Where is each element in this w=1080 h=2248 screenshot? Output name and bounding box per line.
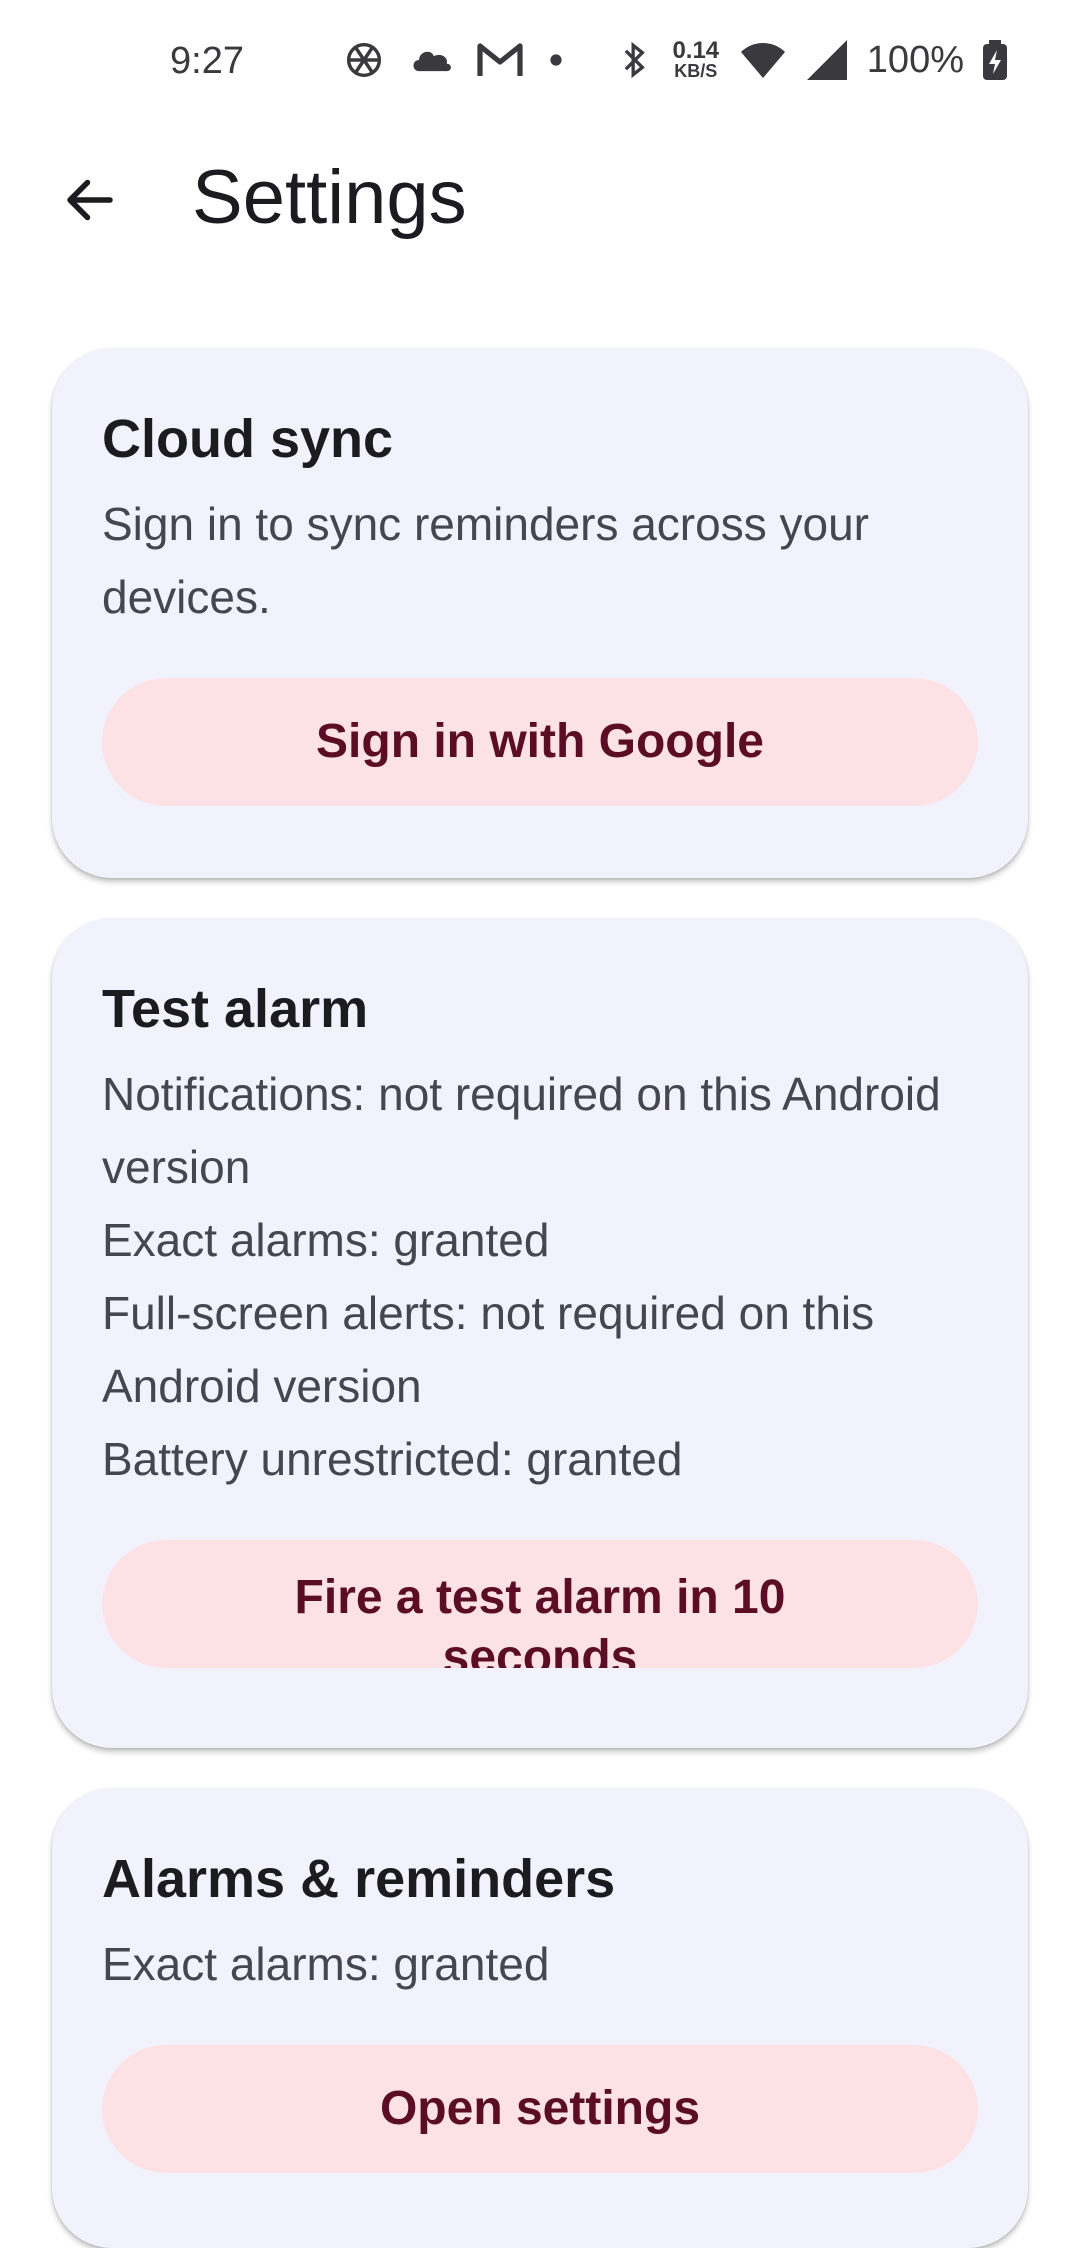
test-alarm-card: Test alarm Notifications: not required o… [52, 918, 1028, 1748]
net-speed-unit: KB/S [674, 61, 718, 81]
dot-icon [544, 36, 568, 84]
cloud-icon [408, 36, 456, 84]
open-settings-label: Open settings [379, 2082, 701, 2135]
test-alarm-title: Test alarm [102, 979, 369, 1039]
fire-test-alarm-label: Fire a test alarm in 10 seconds [294, 1571, 786, 1668]
alarms-reminders-title: Alarms & reminders [102, 1849, 616, 1909]
page-title: Settings [192, 155, 467, 240]
status-bar: 9:27 0.14 KB/S 100% [0, 0, 1080, 124]
status-time: 9:27 [170, 40, 244, 82]
exact-alarms-status: Exact alarms: granted [102, 1214, 550, 1266]
battery-percent: 100% [866, 38, 964, 81]
cloud-sync-title: Cloud sync [102, 409, 394, 469]
notifications-status: Notifications: not required on this Andr… [102, 1068, 941, 1193]
notification-icons [340, 36, 568, 84]
open-settings-button[interactable]: Open settings [102, 2045, 978, 2173]
signal-icon [803, 36, 851, 84]
alarms-reminders-description: Exact alarms: granted [102, 1938, 550, 1990]
battery-status: Battery unrestricted: granted [102, 1433, 683, 1485]
net-speed: 0.14 KB/S [669, 37, 723, 81]
wifi-icon [739, 36, 787, 84]
net-speed-value: 0.14 [672, 37, 720, 64]
sign-in-google-button[interactable]: Sign in with Google [102, 678, 978, 806]
back-button[interactable] [50, 160, 130, 240]
fire-test-alarm-button[interactable]: Fire a test alarm in 10 seconds [102, 1540, 978, 1668]
sign-in-google-label: Sign in with Google [316, 715, 764, 768]
system-icons: 0.14 KB/S 100% [617, 36, 1010, 84]
gmail-icon [476, 36, 524, 84]
battery-charging-icon [980, 36, 1010, 84]
chatgpt-icon [340, 36, 388, 84]
permission-status-list: Notifications: not required on this Andr… [102, 1058, 942, 1496]
cloud-sync-description: Sign in to sync reminders across your de… [102, 498, 869, 623]
full-screen-alerts-status: Full-screen alerts: not required on this… [102, 1287, 875, 1412]
arrow-back-icon [67, 179, 113, 221]
bluetooth-icon [617, 36, 653, 84]
app-bar: Settings [0, 124, 1080, 274]
alarms-reminders-card: Alarms & reminders Exact alarms: granted… [52, 1788, 1028, 2248]
cloud-sync-card: Cloud sync Sign in to sync reminders acr… [52, 348, 1028, 878]
